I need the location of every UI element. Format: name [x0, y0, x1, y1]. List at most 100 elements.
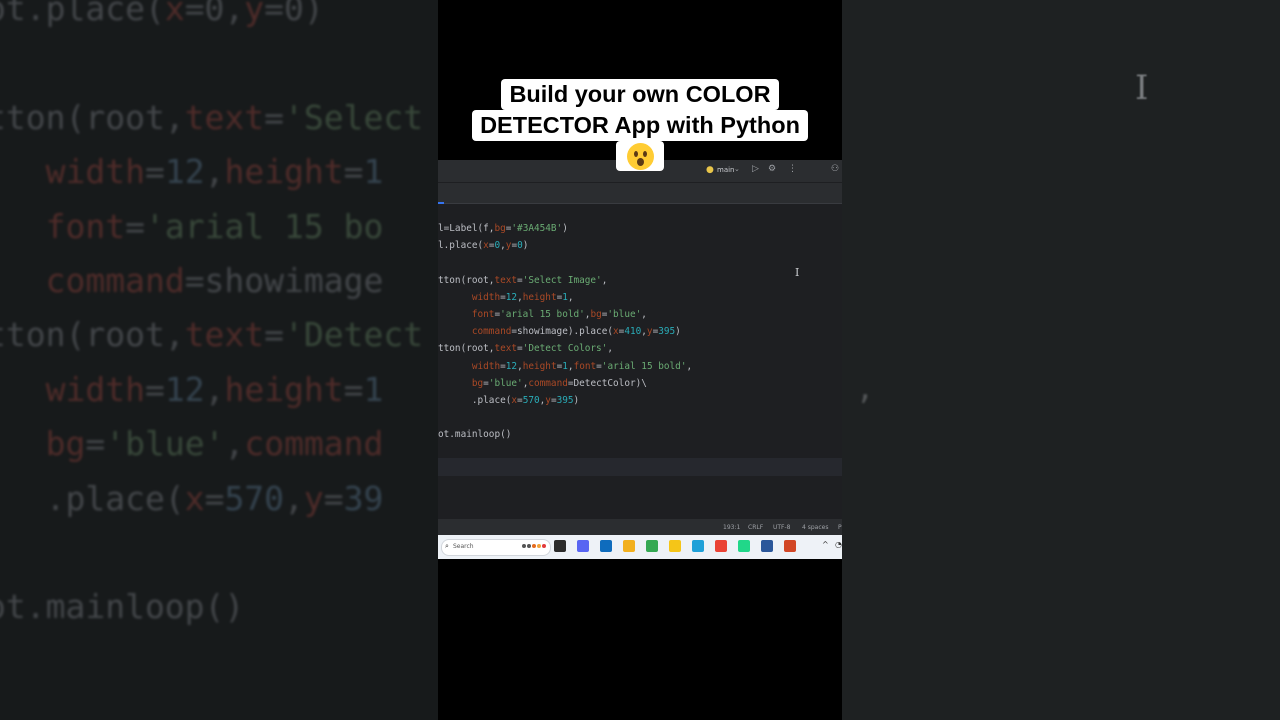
code-token: , — [607, 343, 614, 355]
blurred-code-line: command=showimage — [0, 254, 423, 308]
blurred-code-line: width=12,height=1 — [0, 145, 423, 199]
blurred-code-line — [0, 526, 423, 580]
blurred-code-token: ot.place( — [0, 0, 165, 28]
code-line[interactable]: l=Label(f,bg='#3A454B') — [438, 220, 568, 237]
blurred-code-token: , — [284, 478, 304, 518]
blurred-code-token: 1 — [363, 152, 384, 192]
blurred-code-token — [0, 424, 46, 463]
blurred-code-token: = — [264, 315, 285, 355]
blurred-code-token: x — [184, 478, 205, 518]
code-line[interactable]: l.place(x=0,y=0) — [438, 237, 528, 254]
code-line[interactable]: tton(root,text='Detect Colors', — [438, 340, 613, 357]
blurred-code-token: = — [125, 206, 145, 246]
taskbar-search[interactable]: ⌕ Search — [441, 539, 551, 556]
blurred-code-token: x — [164, 0, 185, 28]
code-token: ot.mainloop() — [438, 429, 512, 441]
code-token: bg — [471, 377, 484, 389]
search-highlight-icon — [522, 544, 548, 550]
code-token: width — [471, 360, 501, 372]
code-line[interactable]: ot.mainloop() — [438, 426, 511, 443]
code-token: , — [601, 274, 608, 286]
caption-line-1: Build your own COLOR — [501, 79, 779, 110]
line-ending[interactable]: CRLF — [748, 524, 763, 531]
code-token: 395 — [556, 395, 574, 406]
blurred-code-token: = — [343, 152, 364, 192]
code-token: font — [471, 309, 495, 320]
search-icon: ⌕ — [445, 542, 449, 550]
code-line[interactable]: bg='blue',command=DetectColor)\ — [438, 375, 647, 392]
code-editor[interactable]: l=Label(f,bg='#3A454B') l.place(x=0,y=0) t… — [438, 204, 842, 518]
blurred-code-token: 570 — [224, 478, 285, 518]
code-token: 'blue' — [607, 309, 642, 320]
code-token: width — [471, 291, 501, 303]
code-token: ) — [675, 326, 681, 338]
blurred-code-line: tton(root,text='Select — [0, 91, 423, 145]
code-token: text — [494, 343, 518, 355]
code-token: font — [573, 360, 597, 372]
blurred-code-line: ot.place(x=0,y=0) — [0, 0, 423, 36]
code-line[interactable]: font='arial 15 bold',bg='blue', — [438, 306, 647, 323]
status-edge-label: P — [838, 524, 842, 531]
blurred-comma: , — [856, 372, 875, 407]
blurred-code-line: width=12,height=1 — [0, 363, 423, 417]
blurred-code-token: width — [45, 152, 145, 192]
code-token: 395 — [658, 326, 676, 338]
chevron-up-icon[interactable]: ^ — [822, 540, 829, 549]
code-line[interactable]: width=12,height=1,font='arial 15 bold', — [438, 358, 692, 375]
code-token: ) — [562, 223, 568, 234]
code-token: 'Select Image' — [522, 274, 602, 286]
indent-setting[interactable]: 4 spaces — [802, 524, 828, 531]
discord-icon[interactable] — [577, 540, 589, 552]
blurred-code-token: ot.mainloop() — [0, 587, 245, 627]
blurred-code-token: text — [184, 97, 265, 137]
photos-icon[interactable] — [669, 540, 681, 552]
blurred-code-token: height — [224, 152, 344, 192]
code-token: ) — [573, 395, 580, 406]
video-caption: Build your own COLOR DETECTOR App with P… — [438, 79, 842, 179]
word-icon[interactable] — [761, 540, 773, 552]
blurred-code-line: font='arial 15 bo — [0, 200, 423, 254]
blurred-code-token: 39 — [343, 478, 384, 518]
file-explorer-icon[interactable] — [623, 540, 635, 552]
code-line[interactable]: tton(root,text='Select Image', — [438, 272, 607, 289]
blurred-code-token — [0, 207, 46, 246]
blurred-code-token: 1 — [363, 369, 384, 409]
chrome-icon[interactable] — [646, 540, 658, 552]
store-icon[interactable] — [600, 540, 612, 552]
blurred-code-token: .place( — [0, 478, 185, 518]
text-cursor-icon: I — [1135, 68, 1149, 108]
code-token: , — [567, 291, 574, 303]
blurred-code-token: 'Select — [284, 97, 424, 137]
cursor-position[interactable]: 193:1 — [723, 524, 740, 531]
blurred-code-token: bg — [45, 424, 86, 464]
current-line-highlight — [438, 458, 842, 476]
code-token: 12 — [505, 360, 518, 372]
pycharm-icon[interactable] — [738, 540, 750, 552]
chrome-profile-icon[interactable] — [715, 540, 727, 552]
code-line[interactable]: .place(x=570,y=395) — [438, 392, 579, 409]
network-icon[interactable]: ◔ — [835, 540, 842, 549]
code-token: bg — [590, 309, 602, 320]
blurred-code-token: y — [244, 0, 265, 28]
code-token: 'arial 15 bold' — [601, 360, 687, 372]
powerpoint-icon[interactable] — [784, 540, 796, 552]
widgets-icon[interactable] — [554, 540, 566, 552]
code-token: 'arial 15 bold' — [500, 309, 585, 320]
astonished-face-emoji-icon — [616, 141, 664, 171]
code-token: '#3A454B' — [511, 223, 563, 234]
code-token: =showimage).place( — [511, 326, 613, 338]
file-encoding[interactable]: UTF-8 — [773, 524, 791, 531]
code-line[interactable]: width=12,height=1, — [438, 289, 574, 306]
blurred-code-token: =0, — [184, 0, 245, 28]
code-line[interactable]: command=showimage).place(x=410,y=395) — [438, 323, 681, 340]
blurred-code-token: = — [144, 152, 165, 192]
blurred-code-token: 12 — [164, 152, 205, 192]
blurred-code-token: , — [204, 369, 225, 409]
blurred-code-token: , — [204, 152, 225, 192]
blurred-code-token: = — [264, 97, 285, 137]
code-token: , — [641, 309, 647, 320]
edge-icon[interactable] — [692, 540, 704, 552]
